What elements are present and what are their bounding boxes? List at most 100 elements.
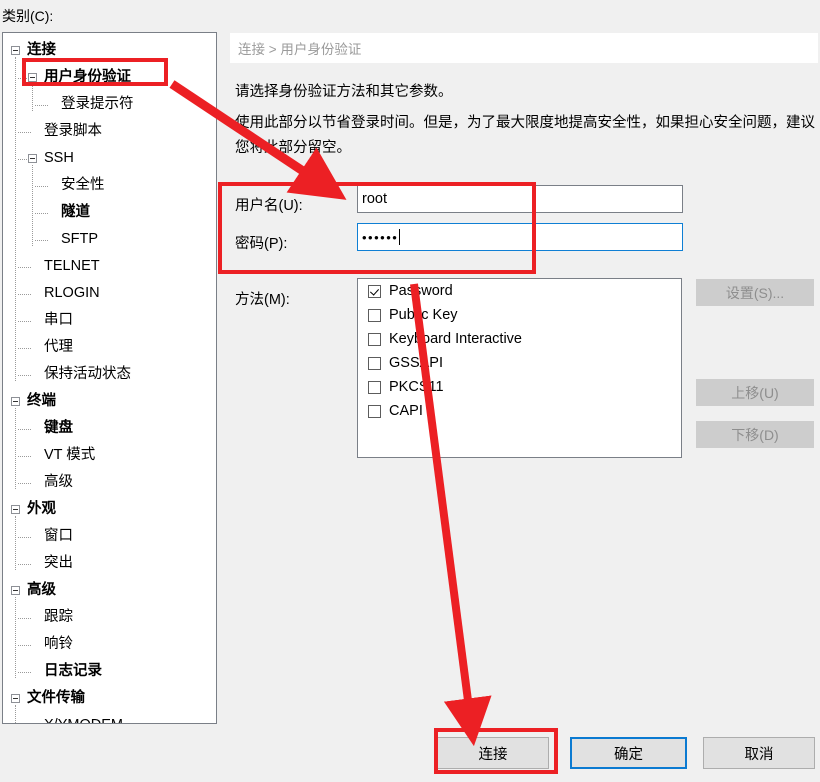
tree-guide-line [18,77,27,79]
tree-guide-line [35,104,48,106]
move-down-button[interactable]: 下移(D) [696,421,814,448]
tree-item-22[interactable]: 响铃 [3,631,216,658]
method-item[interactable]: PKCS11 [358,375,681,399]
tree-item-label: 高级 [44,474,73,491]
tree-expander-icon[interactable] [11,586,20,595]
tree-item-label: RLOGIN [44,285,100,302]
tree-item-19[interactable]: 突出 [3,550,216,577]
tree-item-13[interactable]: 终端 [3,388,216,415]
tree-item-15[interactable]: VT 模式 [3,442,216,469]
method-item[interactable]: Password [358,279,681,303]
checkbox-icon[interactable] [368,332,381,346]
tree-item-label: 隧道 [61,204,90,221]
tree-item-1[interactable]: 用户身份验证 [3,64,216,91]
connect-button[interactable]: 连接 [437,737,549,769]
tree-guide-line [18,266,31,268]
tree-item-label: 保持活动状态 [44,366,131,383]
username-input[interactable]: root [357,185,683,213]
tree-guide-line [18,482,31,484]
tree-item-label: 连接 [27,42,56,59]
tree-item-label: 高级 [27,582,56,599]
tree-item-3[interactable]: 登录脚本 [3,118,216,145]
tree-item-17[interactable]: 外观 [3,496,216,523]
tree-guide-line [18,320,31,322]
tree-guide-line [18,347,31,349]
tree-expander-icon[interactable] [11,505,20,514]
tree-item-24[interactable]: 文件传输 [3,685,216,712]
tree-item-10[interactable]: 串口 [3,307,216,334]
tree-expander-icon[interactable] [28,73,37,82]
tree-expander-icon[interactable] [11,694,20,703]
tree-item-25[interactable]: X/YMODEM [3,712,216,723]
tree-guide-line [18,374,31,376]
tree-item-label: 日志记录 [44,663,102,680]
tree-item-12[interactable]: 保持活动状态 [3,361,216,388]
cancel-button[interactable]: 取消 [703,737,815,769]
tree-item-8[interactable]: TELNET [3,253,216,280]
tree-expander-icon[interactable] [11,46,20,55]
tree-item-14[interactable]: 键盘 [3,415,216,442]
checkbox-checked-icon[interactable] [368,284,381,298]
description-line-2: 使用此部分以节省登录时间。但是，为了最大限度地提高安全性，如果担心安全问题，建议… [235,115,815,156]
category-tree-panel[interactable]: 连接 用户身份验证 登录提示符 登录脚本 SSH 安全性 隧道 SFTP TELNET RLOGI… [2,32,217,724]
checkbox-icon[interactable] [368,380,381,394]
checkbox-icon[interactable] [368,356,381,370]
tree-item-16[interactable]: 高级 [3,469,216,496]
tree-item-23[interactable]: 日志记录 [3,658,216,685]
breadcrumb: 连接 > 用户身份验证 [238,42,362,57]
tree-item-label: 窗口 [44,528,73,545]
tree-guide-line [18,131,31,133]
tree-item-label: 突出 [44,555,73,572]
tree-item-label: 代理 [44,339,73,356]
method-item[interactable]: Public Key [358,303,681,327]
checkbox-icon[interactable] [368,308,381,322]
tree-guide-line [18,671,31,673]
tree-item-label: SSH [44,150,74,167]
tree-expander-icon[interactable] [28,154,37,163]
method-item[interactable]: CAPI [358,399,681,423]
tree-guide-line [18,563,31,565]
tree-guide-line [18,158,27,160]
category-label: 类别(C): [2,8,54,24]
tree-item-label: 串口 [44,312,73,329]
tree-item-21[interactable]: 跟踪 [3,604,216,631]
tree-item-18[interactable]: 窗口 [3,523,216,550]
tree-item-4[interactable]: SSH [3,145,216,172]
tree-item-9[interactable]: RLOGIN [3,280,216,307]
tree-guide-line [18,536,31,538]
tree-guide-line [18,617,31,619]
tree-guide-line [15,704,16,723]
tree-item-label: SFTP [61,231,99,248]
tree-item-0[interactable]: 连接 [3,37,216,64]
tree-item-label: 文件传输 [27,690,85,707]
method-label: CAPI [389,403,423,419]
password-input[interactable]: •••••• [357,223,683,251]
ok-button[interactable]: 确定 [570,737,687,769]
tree-guide-line [32,83,33,111]
method-label: Keyboard Interactive [389,331,522,347]
tree-item-label: 终端 [27,393,56,410]
tree-item-label: 登录脚本 [44,123,102,140]
methods-listbox[interactable]: Password Public Key Keyboard Interactive GS… [357,278,682,458]
tree-guide-line [18,455,31,457]
tree-item-20[interactable]: 高级 [3,577,216,604]
password-label: 密码(P): [235,236,288,252]
settings-button[interactable]: 设置(S)... [696,279,814,306]
tree-guide-line [18,293,31,295]
text-caret [399,229,401,245]
tree-guide-line [15,407,16,489]
checkbox-icon[interactable] [368,404,381,418]
method-item[interactable]: GSSAPI [358,351,681,375]
methods-label: 方法(M): [235,292,290,308]
category-tree: 连接 用户身份验证 登录提示符 登录脚本 SSH 安全性 隧道 SFTP TELNET RLOGI… [3,33,216,723]
breadcrumb-bar: 连接 > 用户身份验证 [230,33,818,63]
tree-item-label: 键盘 [44,420,73,437]
tree-item-11[interactable]: 代理 [3,334,216,361]
tree-item-label: 外观 [27,501,56,518]
tree-expander-icon[interactable] [11,397,20,406]
tree-guide-line [18,428,31,430]
tree-item-label: TELNET [44,258,100,275]
tree-guide-line [35,212,48,214]
move-up-button[interactable]: 上移(U) [696,379,814,406]
method-item[interactable]: Keyboard Interactive [358,327,681,351]
